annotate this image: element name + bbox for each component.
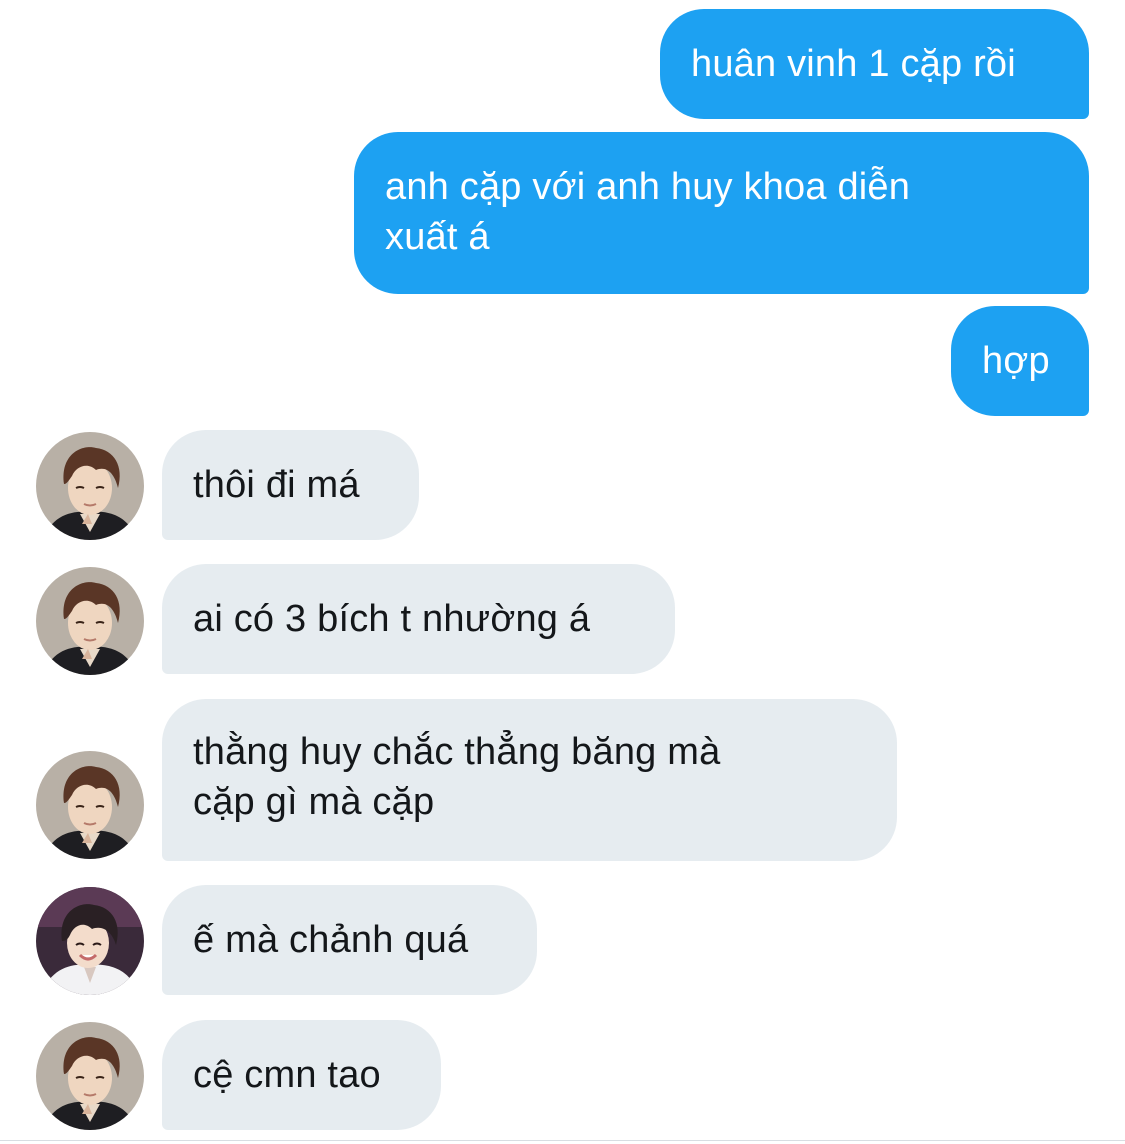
message-text: thằng huy chắc thẳng băng mà (193, 731, 721, 773)
avatar[interactable] (36, 887, 144, 995)
sent-message-bubble[interactable]: huân vinh 1 cặp rồi (660, 9, 1089, 119)
received-message-bubble[interactable]: thằng huy chắc thẳng băng mà cặp gì mà c… (162, 699, 897, 861)
received-message-bubble[interactable]: ai có 3 bích t nhường á (162, 564, 675, 674)
divider (0, 1140, 1125, 1141)
received-message-bubble[interactable]: ế mà chảnh quá (162, 885, 537, 995)
message-text: ế mà chảnh quá (193, 919, 469, 961)
message-text: huân vinh 1 cặp rồi (691, 43, 1016, 85)
message-text: cệ cmn tao (193, 1054, 381, 1096)
message-text: xuất á (385, 216, 490, 258)
message-text: ai có 3 bích t nhường á (193, 598, 591, 640)
message-text: hợp (982, 340, 1050, 382)
avatar-photo-a-icon (36, 432, 144, 540)
avatar-photo-a-icon (36, 567, 144, 675)
received-message-bubble[interactable]: thôi đi má (162, 430, 419, 540)
avatar[interactable] (36, 432, 144, 540)
avatar[interactable] (36, 567, 144, 675)
message-thread: huân vinh 1 cặp rồi anh cặp với anh huy … (0, 0, 1125, 1144)
avatar[interactable] (36, 751, 144, 859)
received-message-bubble[interactable]: cệ cmn tao (162, 1020, 441, 1130)
message-text: thôi đi má (193, 464, 360, 506)
sent-message-bubble[interactable]: hợp (951, 306, 1089, 416)
sent-message-bubble[interactable]: anh cặp với anh huy khoa diễn xuất á (354, 132, 1089, 294)
message-text: anh cặp với anh huy khoa diễn (385, 166, 911, 208)
avatar[interactable] (36, 1022, 144, 1130)
avatar-photo-a-icon (36, 751, 144, 859)
message-text: cặp gì mà cặp (193, 781, 435, 823)
avatar-photo-a-icon (36, 1022, 144, 1130)
avatar-photo-b-icon (36, 887, 144, 995)
